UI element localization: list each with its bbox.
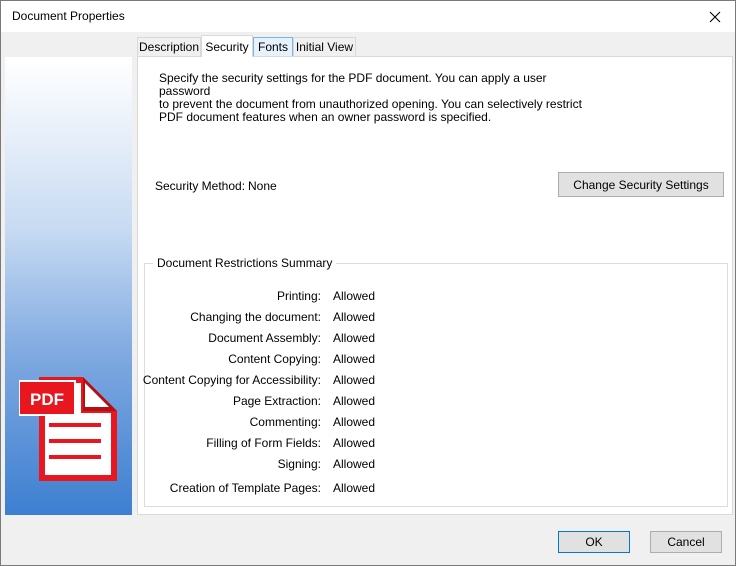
- ok-button[interactable]: OK: [558, 531, 630, 553]
- restriction-value: Allowed: [333, 289, 376, 303]
- change-security-settings-button[interactable]: Change Security Settings: [558, 172, 724, 197]
- restriction-value: Allowed: [333, 373, 376, 387]
- title-bar[interactable]: Document Properties: [1, 1, 735, 32]
- tab-description[interactable]: Description: [137, 37, 201, 56]
- restriction-value: Allowed: [333, 436, 376, 450]
- pdf-badge-label: PDF: [30, 390, 64, 409]
- restriction-label: Content Copying:: [228, 352, 321, 366]
- window-title: Document Properties: [12, 9, 125, 23]
- restriction-value: Allowed: [333, 394, 376, 408]
- tab-security[interactable]: Security: [201, 35, 253, 57]
- restriction-label: Creation of Template Pages:: [169, 481, 321, 495]
- security-method-value: None: [248, 179, 277, 193]
- restriction-label: Filling of Form Fields:: [206, 436, 321, 450]
- description-line: PDF document features when an owner pass…: [159, 110, 492, 124]
- restriction-label: Changing the document:: [190, 310, 321, 324]
- restriction-value: Allowed: [333, 352, 376, 366]
- security-description: Specify the security settings for the PD…: [159, 72, 599, 124]
- sidebar-banner: PDF: [5, 57, 132, 515]
- document-properties-dialog: Document Properties PDF Description Secu…: [0, 0, 736, 566]
- tab-initial-view[interactable]: Initial View: [293, 37, 356, 56]
- restriction-label: Commenting:: [249, 415, 321, 429]
- restriction-label: Printing:: [276, 289, 321, 303]
- cancel-button[interactable]: Cancel: [650, 531, 722, 553]
- description-line: Specify the security settings for the PD…: [159, 71, 547, 98]
- restriction-label: Page Extraction:: [232, 394, 321, 408]
- restriction-label: Document Assembly:: [208, 331, 321, 345]
- restriction-label: Signing:: [277, 457, 321, 471]
- restrictions-summary-title: Document Restrictions Summary: [153, 256, 337, 270]
- close-icon: [709, 11, 721, 22]
- tab-fonts[interactable]: Fonts: [253, 37, 293, 56]
- restriction-value: Allowed: [333, 481, 376, 495]
- restriction-value: Allowed: [333, 331, 376, 345]
- restrictions-summary-group: Document Restrictions Summary Printing: …: [142, 256, 728, 507]
- restriction-value: Allowed: [333, 457, 376, 471]
- restriction-label: Content Copying for Accessibility:: [142, 373, 321, 387]
- restriction-value: Allowed: [333, 310, 376, 324]
- close-button[interactable]: [695, 1, 735, 32]
- security-method-label: Security Method:: [155, 179, 246, 193]
- restriction-value: Allowed: [333, 415, 376, 429]
- pdf-file-icon: PDF: [19, 377, 117, 481]
- security-panel: Specify the security settings for the PD…: [137, 56, 733, 515]
